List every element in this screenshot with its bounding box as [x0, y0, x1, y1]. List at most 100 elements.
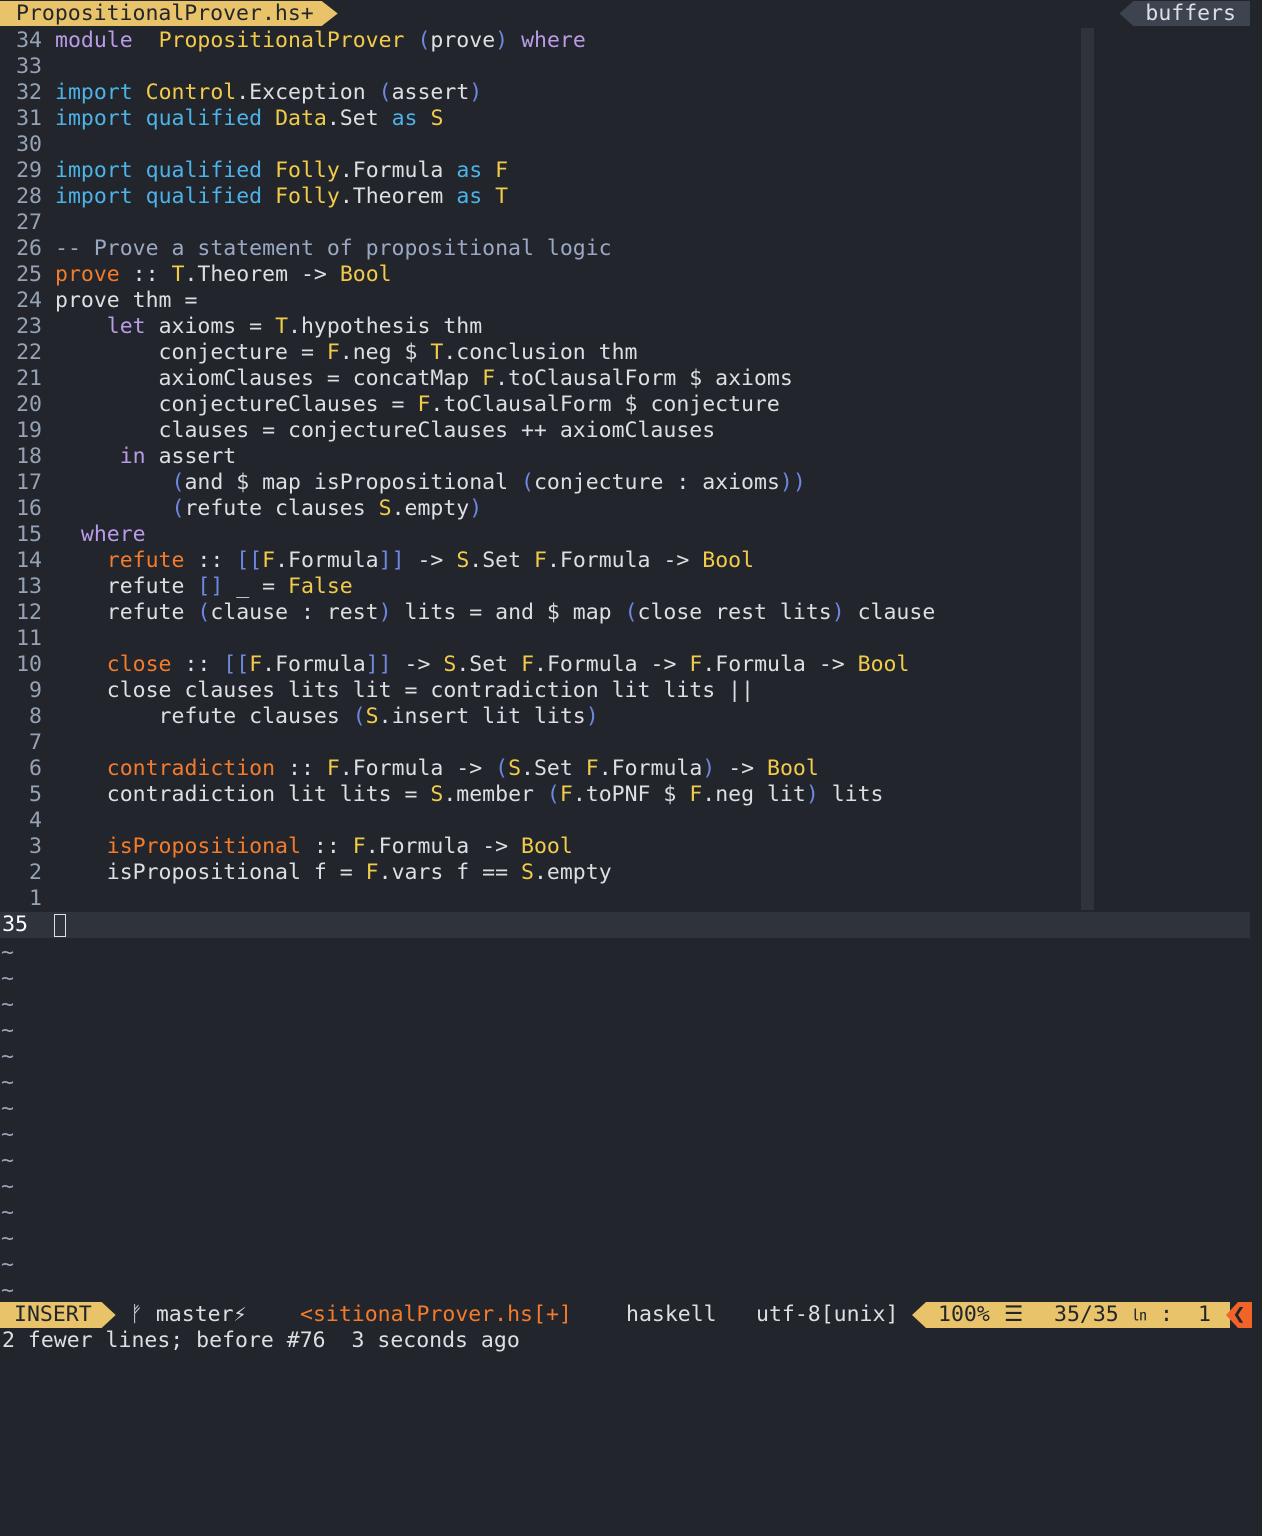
code-token: module [55, 28, 133, 53]
line-number: 28 [16, 184, 42, 209]
code-token: qualified [145, 158, 263, 183]
tab-active-file[interactable]: PropositionalProver.hs+ [0, 1, 338, 26]
code-line[interactable]: 19 clauses = conjectureClauses ++ axiomC… [0, 418, 1080, 444]
code-token: close [106, 652, 172, 677]
code-token: as [456, 158, 483, 183]
line-number: 30 [16, 132, 42, 157]
code-line[interactable]: 24 prove thm = [0, 288, 1080, 314]
code-line[interactable]: 15 where [0, 522, 1080, 548]
code-token: .Theorem [339, 184, 444, 209]
code-line[interactable]: 1 [0, 886, 1080, 912]
line-number: 22 [16, 340, 42, 365]
code-line[interactable]: 7 [0, 730, 1080, 756]
code-line[interactable]: 30 [0, 132, 1080, 158]
code-token: assert [145, 444, 237, 469]
line-number: 3 [29, 834, 42, 859]
code-token: .toClausalForm $ conjecture [430, 392, 780, 417]
code-token: -> [715, 756, 768, 781]
code-line[interactable]: 25 prove :: T.Theorem -> Bool [0, 262, 1080, 288]
code-token: -- Prove a statement of propositional lo… [55, 236, 612, 261]
code-token: qualified [145, 106, 263, 131]
code-token: F [559, 782, 573, 807]
code-line[interactable]: 8 refute clauses (S.insert lit lits) [0, 704, 1080, 730]
code-token: F [534, 548, 547, 573]
code-token: F [495, 158, 509, 183]
code-token: .Exception [236, 80, 366, 105]
code-line[interactable]: 4 [0, 808, 1080, 834]
code-token: F [249, 652, 263, 677]
code-token: -> [288, 262, 340, 287]
status-filename: <sitionalProver.hs[+] [300, 1302, 572, 1327]
code-token: ) [702, 756, 716, 781]
code-line[interactable]: 3 isPropositional :: F.Formula -> Bool [0, 834, 1080, 860]
code-token: refute clauses [55, 704, 353, 729]
code-token: ) [585, 704, 599, 729]
code-editor[interactable]: 34 module PropositionalProver (prove) whe… [0, 28, 1080, 912]
line-source: isPropositional :: F.Formula -> Bool [55, 834, 573, 860]
code-line[interactable]: 11 [0, 626, 1080, 652]
code-line[interactable]: 13 refute [] _ = False [0, 574, 1080, 600]
code-token: isPropositional [106, 834, 301, 859]
tabline: PropositionalProver.hs+ buffers [0, 0, 1262, 28]
code-token: T [275, 314, 289, 339]
code-token: import [55, 80, 133, 105]
code-line[interactable]: 5 contradiction lit lits = S.member (F.t… [0, 782, 1080, 808]
code-token: as [456, 184, 483, 209]
code-line[interactable]: 16 (refute clauses S.empty) [0, 496, 1080, 522]
code-token: ( [352, 704, 366, 729]
line-number: 25 [16, 262, 42, 287]
code-token: -> [650, 548, 703, 573]
code-line[interactable]: 9 close clauses lits lit = contradiction… [0, 678, 1080, 704]
cursor-line[interactable]: 35 [0, 912, 1250, 938]
code-token: S [378, 496, 392, 521]
code-token: -> [391, 652, 444, 677]
code-line[interactable]: 2 isPropositional f = F.vars f == S.empt… [0, 860, 1080, 886]
code-line[interactable]: 23 let axioms = T.hypothesis thm [0, 314, 1080, 340]
code-token: prove thm = [55, 288, 198, 313]
tilde-marker: ~ [1, 1070, 14, 1095]
code-line[interactable]: 22 conjecture = F.neg $ T.conclusion thm [0, 340, 1080, 366]
code-line[interactable]: 21 axiomClauses = concatMap F.toClausalF… [0, 366, 1080, 392]
code-token: S [521, 860, 534, 885]
code-token: ( [171, 496, 185, 521]
code-token: [] [197, 574, 224, 599]
code-line[interactable]: 33 [0, 54, 1080, 80]
code-line[interactable]: 31 import qualified Data.Set as S [0, 106, 1080, 132]
code-line[interactable]: 32 import Control.Exception (assert) [0, 80, 1080, 106]
tilde-marker: ~ [1, 1252, 14, 1277]
code-token: S [456, 548, 470, 573]
code-line[interactable]: 28 import qualified Folly.Theorem as T [0, 184, 1080, 210]
code-token: conjecture = [55, 340, 327, 365]
line-source: let axioms = T.hypothesis thm [55, 314, 482, 340]
line-source: (refute clauses S.empty) [55, 496, 483, 522]
code-line[interactable]: 20 conjectureClauses = F.toClausalForm $… [0, 392, 1080, 418]
code-token: lits [818, 782, 884, 807]
tilde-marker: ~ [1, 1226, 14, 1251]
code-token: contradiction [106, 756, 276, 781]
code-token: F [521, 652, 535, 677]
code-line[interactable]: 6 contradiction :: F.Formula -> (S.Set F… [0, 756, 1080, 782]
code-line[interactable]: 14 refute :: [[F.Formula]] -> S.Set F.Fo… [0, 548, 1080, 574]
code-line[interactable]: 26 -- Prove a statement of propositional … [0, 236, 1080, 262]
code-token: ]] [378, 548, 405, 573]
code-line[interactable]: 34 module PropositionalProver (prove) whe… [0, 28, 1080, 54]
code-line[interactable]: 12 refute (clause : rest) lits = and $ m… [0, 600, 1080, 626]
code-line[interactable]: 18 in assert [0, 444, 1080, 470]
code-line[interactable]: 27 [0, 210, 1080, 236]
code-token: ( [378, 80, 392, 105]
code-token: F [326, 756, 340, 781]
code-line[interactable]: 17 (and $ map isPropositional (conjectur… [0, 470, 1080, 496]
code-line[interactable]: 10 close :: [[F.Formula]] -> S.Set F.For… [0, 652, 1080, 678]
code-token: :: [275, 756, 327, 781]
buffers-label[interactable]: buffers [1119, 1, 1250, 26]
code-line[interactable]: 29 import qualified Folly.Formula as F [0, 158, 1080, 184]
column-separator: : [1160, 1302, 1173, 1327]
git-branch-icon: ᚠ [130, 1302, 143, 1327]
code-token: Control [145, 80, 237, 105]
